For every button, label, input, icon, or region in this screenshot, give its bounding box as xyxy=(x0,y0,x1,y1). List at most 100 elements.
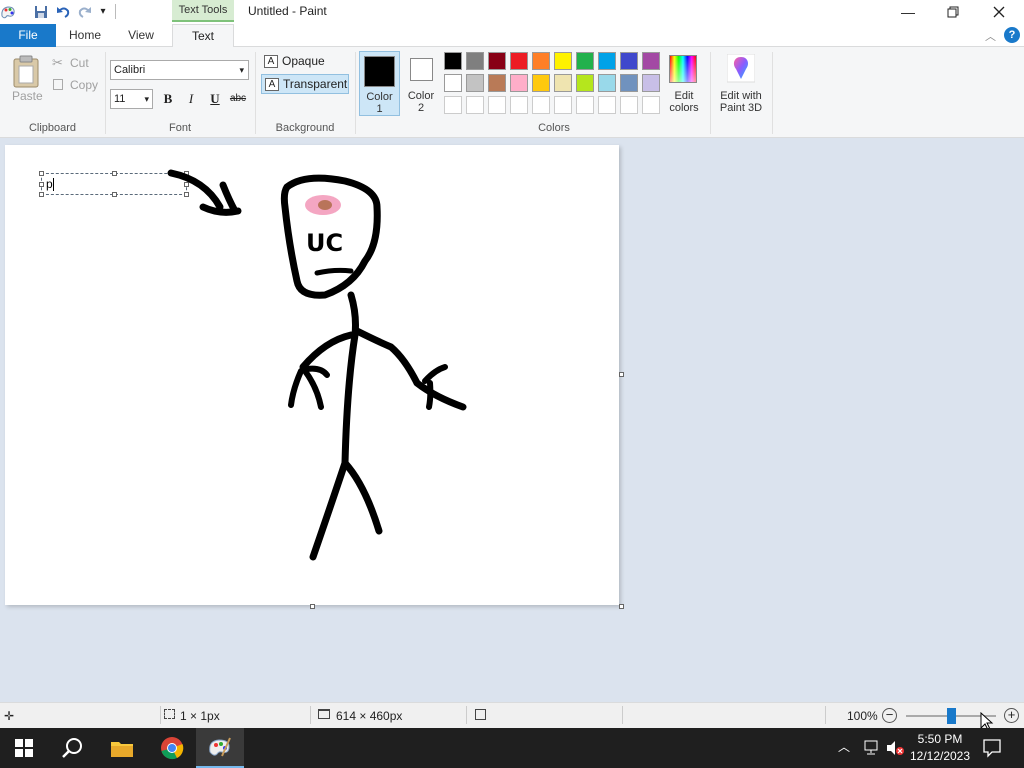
status-divider xyxy=(160,706,161,724)
edit-with-paint3d-button[interactable]: Edit with Paint 3D xyxy=(715,52,767,116)
network-icon[interactable] xyxy=(862,740,880,756)
group-separator xyxy=(772,52,773,134)
strikethrough-button[interactable]: abc xyxy=(228,89,248,109)
color-swatch[interactable] xyxy=(620,74,638,92)
edit-colors-button[interactable]: Edit colors xyxy=(665,52,703,116)
color1-button[interactable]: Color 1 xyxy=(359,51,400,116)
color-swatch[interactable] xyxy=(510,52,528,70)
paint3d-icon xyxy=(727,54,755,83)
minimize-button[interactable]: — xyxy=(885,0,931,24)
color2-button[interactable]: Color 2 xyxy=(402,51,440,116)
edit-with-paint3d-label: Edit with Paint 3D xyxy=(719,90,763,114)
zoom-in-button[interactable]: + xyxy=(1004,708,1019,723)
bold-button[interactable]: B xyxy=(158,89,178,109)
canvas-resize-handle-bottom[interactable] xyxy=(310,604,315,609)
copy-icon xyxy=(53,79,63,90)
font-family-value: Calibri xyxy=(114,64,146,76)
color-swatch[interactable] xyxy=(576,52,594,70)
drawn-letters: UC xyxy=(306,229,343,257)
color-swatch[interactable] xyxy=(444,52,462,70)
start-button[interactable] xyxy=(0,728,48,768)
tab-text[interactable]: Text xyxy=(172,24,234,48)
color-swatch[interactable] xyxy=(466,52,484,70)
clipboard-group-label: Clipboard xyxy=(28,122,77,134)
color-swatch[interactable] xyxy=(598,52,616,70)
customize-quick-access-icon[interactable]: ▾ xyxy=(97,4,109,20)
undo-icon[interactable] xyxy=(55,4,71,20)
color-swatch[interactable] xyxy=(510,74,528,92)
color-swatch[interactable] xyxy=(620,96,638,114)
color-swatch[interactable] xyxy=(642,96,660,114)
color-swatch[interactable] xyxy=(554,74,572,92)
file-explorer-taskbar-button[interactable] xyxy=(98,728,146,768)
opaque-option[interactable]: A Opaque xyxy=(261,52,349,72)
search-button[interactable] xyxy=(48,728,96,768)
zoom-out-button[interactable]: − xyxy=(882,708,897,723)
color-swatch[interactable] xyxy=(532,96,550,114)
color-swatch[interactable] xyxy=(554,52,572,70)
taskbar-clock[interactable]: 5:50 PM 12/12/2023 xyxy=(904,731,976,765)
tab-view[interactable]: View xyxy=(116,24,166,47)
status-divider xyxy=(466,706,467,724)
color-swatch[interactable] xyxy=(554,96,572,114)
edit-colors-label: Edit colors xyxy=(669,90,699,114)
color-swatch[interactable] xyxy=(642,74,660,92)
color-swatch[interactable] xyxy=(532,52,550,70)
color-swatch[interactable] xyxy=(532,74,550,92)
paint-icon xyxy=(209,737,231,757)
drawing-canvas[interactable]: p UC xyxy=(5,145,619,605)
transparent-option[interactable]: A Transparent xyxy=(261,74,349,94)
color-swatch[interactable] xyxy=(598,74,616,92)
color-swatch[interactable] xyxy=(466,96,484,114)
paste-button[interactable]: Paste xyxy=(8,52,46,104)
notification-icon[interactable] xyxy=(982,738,1002,758)
transparent-icon: A xyxy=(265,78,279,91)
group-separator xyxy=(710,52,711,134)
font-family-select[interactable]: Calibri ▾ xyxy=(110,60,249,80)
cut-button[interactable]: ✂ Cut xyxy=(52,55,89,71)
zoom-slider-thumb[interactable] xyxy=(947,708,956,724)
chevron-down-icon: ▾ xyxy=(239,65,244,75)
color-swatch[interactable] xyxy=(576,74,594,92)
selection-size: 1 × 1px xyxy=(180,709,220,723)
paint-taskbar-button[interactable] xyxy=(196,728,244,768)
underline-button[interactable]: U xyxy=(205,89,225,109)
color-swatch[interactable] xyxy=(444,74,462,92)
color-swatch[interactable] xyxy=(488,52,506,70)
close-button[interactable] xyxy=(976,0,1022,24)
show-hidden-icons[interactable]: ︿ xyxy=(838,738,850,755)
color-swatch[interactable] xyxy=(488,74,506,92)
chrome-taskbar-button[interactable] xyxy=(148,728,196,768)
volume-muted-icon[interactable] xyxy=(885,740,905,756)
text-tools-context-label: Text Tools xyxy=(172,0,234,22)
tab-file[interactable]: File xyxy=(0,24,56,47)
save-icon[interactable] xyxy=(33,4,49,20)
tab-home[interactable]: Home xyxy=(60,24,110,47)
restore-button[interactable] xyxy=(930,0,976,24)
zoom-level: 100% xyxy=(847,709,878,723)
color-swatch[interactable] xyxy=(466,74,484,92)
color-swatch[interactable] xyxy=(598,96,616,114)
canvas-resize-handle-corner[interactable] xyxy=(619,604,624,609)
color-swatch[interactable] xyxy=(642,52,660,70)
clock-date: 12/12/2023 xyxy=(909,749,971,763)
copy-button[interactable]: Copy xyxy=(52,77,98,93)
redo-icon[interactable] xyxy=(77,4,93,20)
minimize-ribbon-icon[interactable]: ︿ xyxy=(985,28,996,44)
color-swatch[interactable] xyxy=(444,96,462,114)
title-bar xyxy=(0,0,1024,24)
minus-icon: − xyxy=(885,707,894,722)
color1-label: Color 1 xyxy=(366,91,393,115)
italic-button[interactable]: I xyxy=(181,89,201,109)
color-swatch[interactable] xyxy=(488,96,506,114)
canvas-resize-handle-right[interactable] xyxy=(619,372,624,377)
help-icon[interactable]: ? xyxy=(1004,27,1020,43)
font-size-value: 11 xyxy=(114,93,126,105)
color-swatch[interactable] xyxy=(620,52,638,70)
color-swatch[interactable] xyxy=(576,96,594,114)
window-title: Untitled - Paint xyxy=(248,4,327,18)
selection-size-icon xyxy=(164,709,175,719)
paint-app-icon[interactable] xyxy=(0,4,16,20)
font-size-select[interactable]: 11 ▾ xyxy=(110,89,153,109)
color-swatch[interactable] xyxy=(510,96,528,114)
